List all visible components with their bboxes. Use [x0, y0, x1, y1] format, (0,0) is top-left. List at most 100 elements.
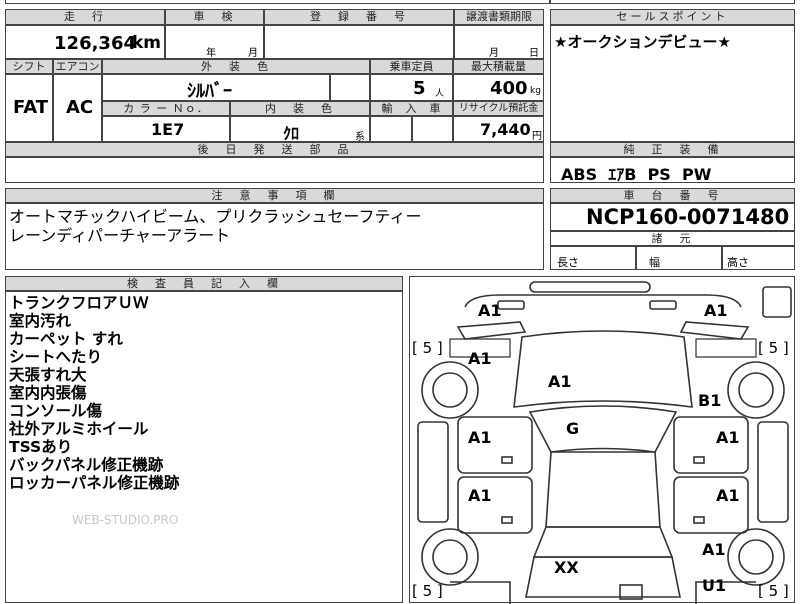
int-color-unit: 系 [355, 132, 365, 143]
mark-left-front-fender: A1 [468, 349, 492, 368]
mark-right-front-door: A1 [716, 428, 740, 447]
recycle-cell: 7,440 円 [453, 116, 544, 142]
tire-front-left: [ 5 ] [412, 339, 443, 357]
transfer-deadline-header: 譲渡書類期限 [454, 9, 544, 25]
mark-front-right-fender-top: A1 [704, 301, 728, 320]
registration-header: 登 録 番 号 [264, 9, 454, 25]
recycle-header: リサイクル預託金 [453, 101, 544, 116]
load-unit: kg [530, 86, 541, 96]
chassis-cell: NCP160-0071480 [550, 203, 795, 231]
mark-rear-bumper-right: U1 [702, 576, 727, 595]
parts-cell [5, 157, 544, 183]
load-cell: 400 kg [453, 74, 544, 101]
shaken-header: 車 検 [165, 9, 264, 25]
top-cut-strip [5, 0, 550, 4]
inspector-line: カーペット すれ [9, 330, 123, 348]
transfer-cell: 月 日 [454, 25, 544, 59]
shift-cell: FAT [5, 74, 53, 142]
notes-text: オートマチックハイビーム、プリクラッシュセーフティー レーンディパーチャーアラー… [9, 207, 422, 245]
inspector-line: バックパネル修正機跡 [9, 456, 164, 474]
int-color-cell: ｸﾛ 系 [230, 116, 370, 143]
shift-header: シフト [5, 59, 53, 74]
load-value: 400 [490, 78, 528, 99]
recycle-value: 7,440 [480, 120, 531, 139]
tire-rear-right: [ 5 ] [758, 582, 789, 600]
inspector-line: シートへたり [9, 348, 103, 366]
mark-trunk: XX [554, 558, 579, 577]
inspector-line: 社外アルミホイール [9, 420, 149, 438]
int-color-value: ｸﾛ [283, 124, 300, 143]
equipment-text: ABS ｴｱB PS PW [561, 165, 712, 184]
import-cell [370, 116, 412, 142]
color-no-value: 1E7 [151, 120, 185, 139]
inspector-line: トランクフロアＵＷ [9, 294, 149, 312]
mileage-value: 126,364 [54, 33, 136, 54]
seats-value: 5 [413, 78, 426, 99]
transfer-day: 日 [529, 48, 539, 59]
ac-cell: AC [53, 74, 102, 142]
mark-windshield: G [566, 419, 580, 438]
shift-value: FAT [13, 97, 49, 118]
mileage-unit: km [131, 33, 161, 53]
inspector-line: 室内汚れ [9, 312, 72, 330]
sales-point-cell: ★オークションデビュー★ [550, 25, 795, 142]
inspector-line: ロッカーパネル修正機跡 [9, 474, 180, 492]
shaken-cell: 年 月 [165, 25, 264, 59]
inspector-line: 天張すれ大 [9, 366, 87, 384]
inspector-cell: トランクフロアＵＷ 室内汚れ カーペット すれ シートへたり 天張すれ大 室内内張傷 コンソ… [5, 291, 403, 603]
chassis-header: 車 台 番 号 [550, 188, 795, 203]
inspector-line: コンソール傷 [9, 402, 103, 420]
ext-color-header: 外 装 色 [102, 59, 370, 74]
inspector-lines: トランクフロアＵＷ 室内汚れ カーペット すれ シートへたり 天張すれ大 室内内張傷 コンソ… [9, 294, 179, 492]
mileage-header: 走 行 [5, 9, 165, 25]
recycle-unit: 円 [532, 131, 542, 142]
ext-color-value: ｼﾙﾊﾞｰ [187, 81, 232, 102]
car-diagram: A1 A1 A1 A1 B1 G A1 A1 A1 A1 A1 XX U1 [ … [409, 276, 795, 604]
load-header: 最大積載量 [453, 59, 544, 74]
dims-height-cell: 高さ [722, 246, 795, 270]
color-no-header: カ ラ ー Ｎｏ． [102, 101, 230, 116]
dims-width-cell: 幅 [636, 246, 722, 270]
notes-cell: オートマチックハイビーム、プリクラッシュセーフティー レーンディパーチャーアラー… [5, 203, 544, 270]
ext-color-extra-cell [330, 74, 370, 101]
mark-hood: A1 [548, 372, 572, 391]
inspector-line: 室内内張傷 [9, 384, 87, 402]
mark-front-left-fender-top: A1 [478, 301, 502, 320]
parts-header: 後 日 発 送 部 品 [5, 142, 544, 157]
inspector-header: 検 査 員 記 入 欄 [5, 276, 403, 291]
watermark: WEB-STUDIO.PRO [72, 513, 179, 527]
import-header: 輸 入 車 [370, 101, 453, 116]
mark-left-front-door: A1 [468, 428, 492, 447]
seats-unit: 人 [435, 89, 445, 99]
dims-length: 長さ [557, 256, 579, 269]
shaken-year: 年 [206, 48, 216, 59]
ac-value: AC [66, 97, 94, 118]
ac-header: エアコン [53, 59, 102, 74]
mileage-cell: 126,364 km [5, 25, 165, 59]
seats-cell: 5 人 [370, 74, 453, 101]
dims-height: 高さ [727, 256, 749, 269]
inspector-line: TSSあり [9, 438, 73, 456]
dims-width: 幅 [649, 256, 660, 269]
mark-right-front-fender: B1 [698, 391, 722, 410]
registration-cell [264, 25, 454, 59]
color-no-cell: 1E7 [102, 116, 230, 142]
equipment-header: 純 正 装 備 [550, 142, 795, 157]
top-cut-strip-right [550, 0, 795, 4]
dims-length-cell: 長さ [550, 246, 636, 270]
transfer-month: 月 [489, 48, 499, 59]
tire-rear-left: [ 5 ] [412, 582, 443, 600]
tire-front-right: [ 5 ] [758, 339, 789, 357]
sales-point-header: セールスポイント [550, 9, 795, 25]
mark-right-rear-fender: A1 [702, 540, 726, 559]
int-color-header: 内 装 色 [230, 101, 370, 116]
mark-right-rear-door: A1 [716, 486, 740, 505]
import-cell-2 [412, 116, 453, 142]
dims-header: 諸 元 [550, 231, 795, 246]
shaken-month: 月 [248, 48, 258, 59]
equipment-cell: ABS ｴｱB PS PW [550, 157, 795, 184]
mark-left-rear-door: A1 [468, 486, 492, 505]
seats-header: 乗車定員 [370, 59, 453, 74]
ext-color-cell: ｼﾙﾊﾞｰ [102, 74, 330, 102]
sales-point-text: ★オークションデビュー★ [554, 33, 731, 51]
